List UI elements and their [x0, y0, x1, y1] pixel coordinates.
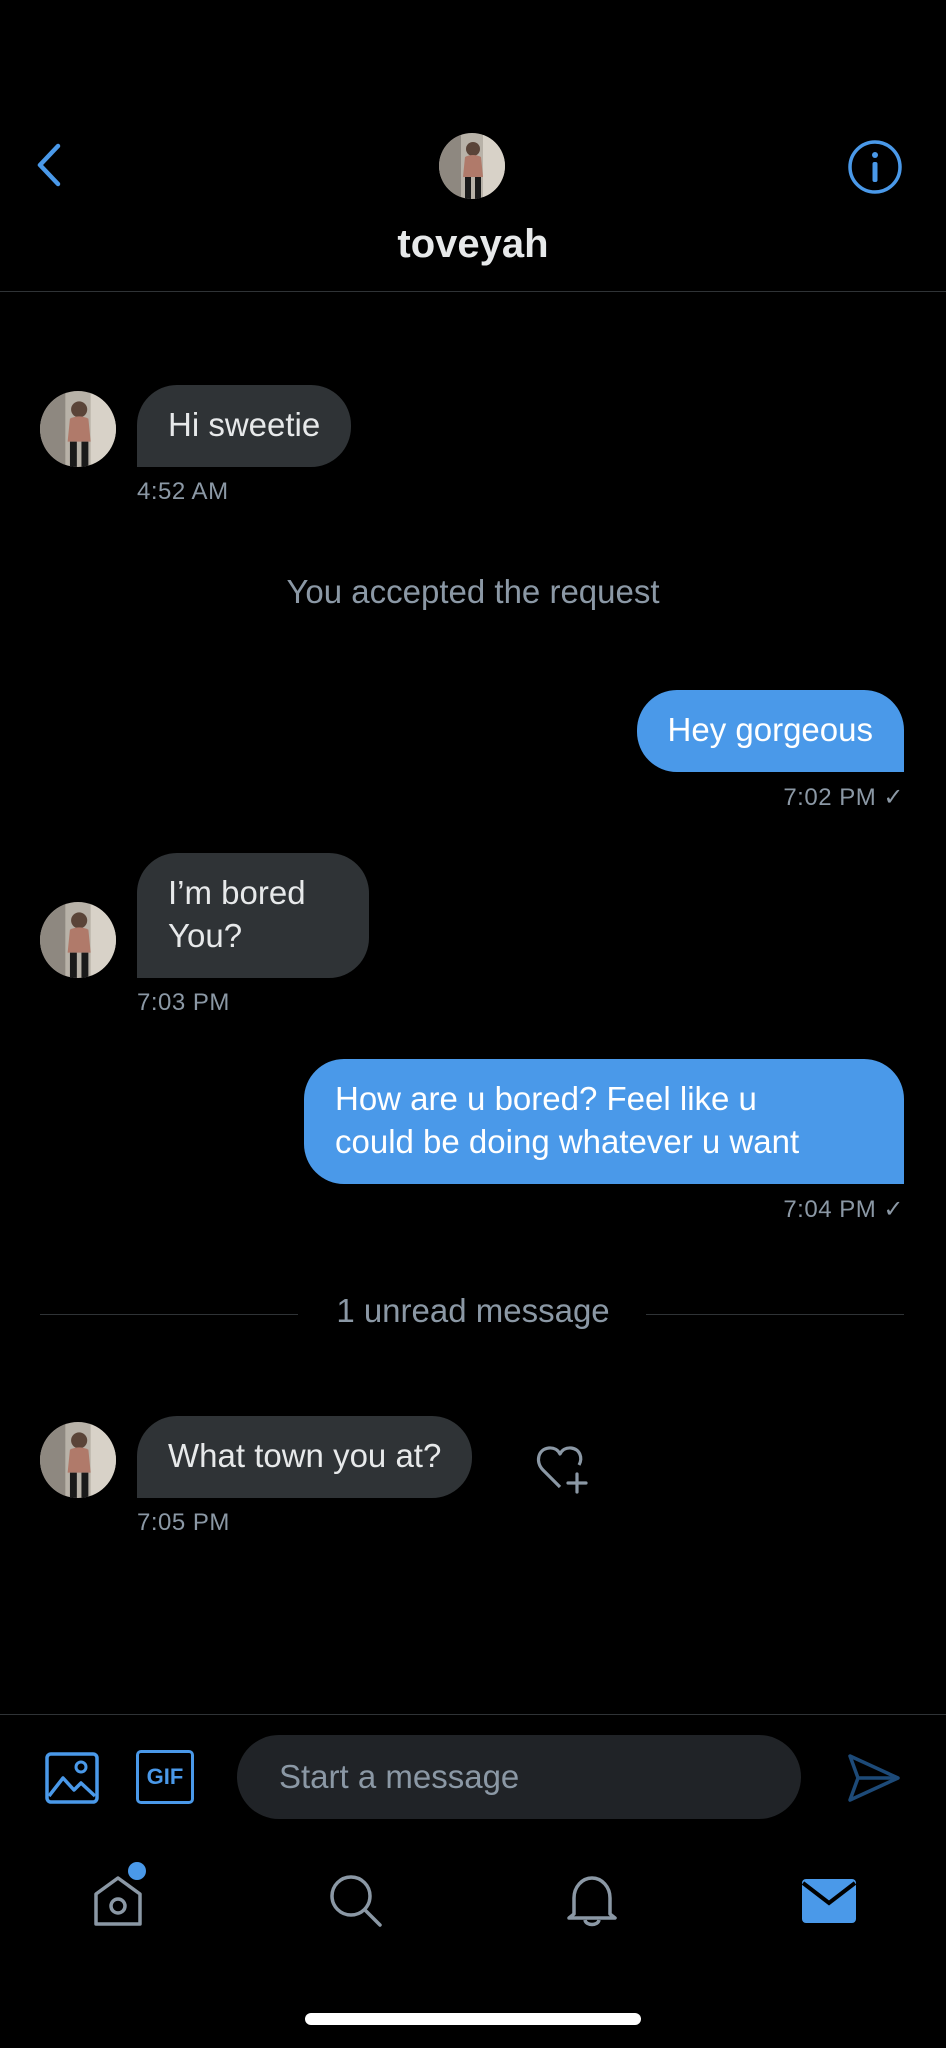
unread-divider-line-right: [646, 1314, 904, 1315]
gif-label: GIF: [146, 1764, 184, 1789]
read-check-icon: ✓: [883, 1196, 904, 1223]
send-icon: [848, 1754, 900, 1802]
message-input[interactable]: [237, 1735, 801, 1819]
gif-button[interactable]: GIF: [136, 1750, 194, 1804]
sender-avatar[interactable]: [40, 391, 116, 467]
info-button[interactable]: [846, 138, 904, 196]
message-bubble-outgoing[interactable]: Hey gorgeous: [636, 690, 904, 772]
info-icon: [848, 140, 902, 194]
message-text: could be doing whatever u want: [335, 1123, 800, 1160]
home-indicator: [305, 2013, 641, 2025]
back-button[interactable]: [30, 140, 70, 190]
avatar-image: [40, 1422, 116, 1498]
sender-avatar[interactable]: [40, 1422, 116, 1498]
message-timestamp: 7:02 PM: [783, 784, 877, 811]
avatar-image: [40, 902, 116, 978]
header-divider: [0, 291, 946, 292]
sender-avatar[interactable]: [40, 902, 116, 978]
header-avatar[interactable]: [439, 133, 505, 199]
message-bubble-incoming[interactable]: Hi sweetie: [137, 385, 352, 467]
mail-icon: [801, 1879, 857, 1923]
message-text: Hi sweetie: [168, 406, 321, 443]
conversation-title[interactable]: toveyah: [0, 222, 946, 267]
message-text: You?: [168, 917, 243, 954]
message-timestamp-row: 7:02 PM ✓: [783, 783, 904, 812]
add-photo-button[interactable]: [44, 1750, 100, 1806]
message-bubble-outgoing[interactable]: How are u bored? Feel like u could be do…: [304, 1059, 904, 1184]
chevron-left-icon: [37, 143, 61, 187]
nav-notifications[interactable]: [562, 1870, 622, 1930]
message-timestamp: 7:03 PM: [137, 989, 230, 1016]
heart-plus-icon: [536, 1446, 588, 1494]
message-timestamp: 7:04 PM: [783, 1196, 877, 1223]
message-bubble-incoming[interactable]: I’m bored You?: [137, 853, 369, 978]
message-bubble-incoming[interactable]: What town you at?: [137, 1416, 473, 1498]
read-check-icon: ✓: [883, 784, 904, 811]
message-text: Hey gorgeous: [667, 711, 873, 748]
message-timestamp: 7:05 PM: [137, 1509, 230, 1536]
message-text: I’m bored: [168, 874, 306, 911]
nav-messages[interactable]: [799, 1870, 859, 1930]
nav-search[interactable]: [325, 1870, 385, 1930]
message-text: What town you at?: [168, 1437, 442, 1474]
send-button[interactable]: [846, 1752, 902, 1804]
avatar-image: [439, 133, 505, 199]
composer-divider: [0, 1714, 946, 1715]
message-timestamp-row: 7:04 PM ✓: [783, 1195, 904, 1224]
avatar-image: [40, 391, 116, 467]
search-icon: [330, 1875, 382, 1927]
bell-icon: [567, 1876, 617, 1927]
message-text: How are u bored? Feel like u: [335, 1080, 757, 1117]
unread-divider-label: 1 unread message: [336, 1292, 610, 1329]
home-notification-dot: [128, 1862, 146, 1880]
system-message: You accepted the request: [286, 573, 660, 610]
message-timestamp: 4:52 AM: [137, 478, 229, 505]
like-message-button[interactable]: [533, 1441, 593, 1495]
image-icon: [45, 1752, 99, 1804]
